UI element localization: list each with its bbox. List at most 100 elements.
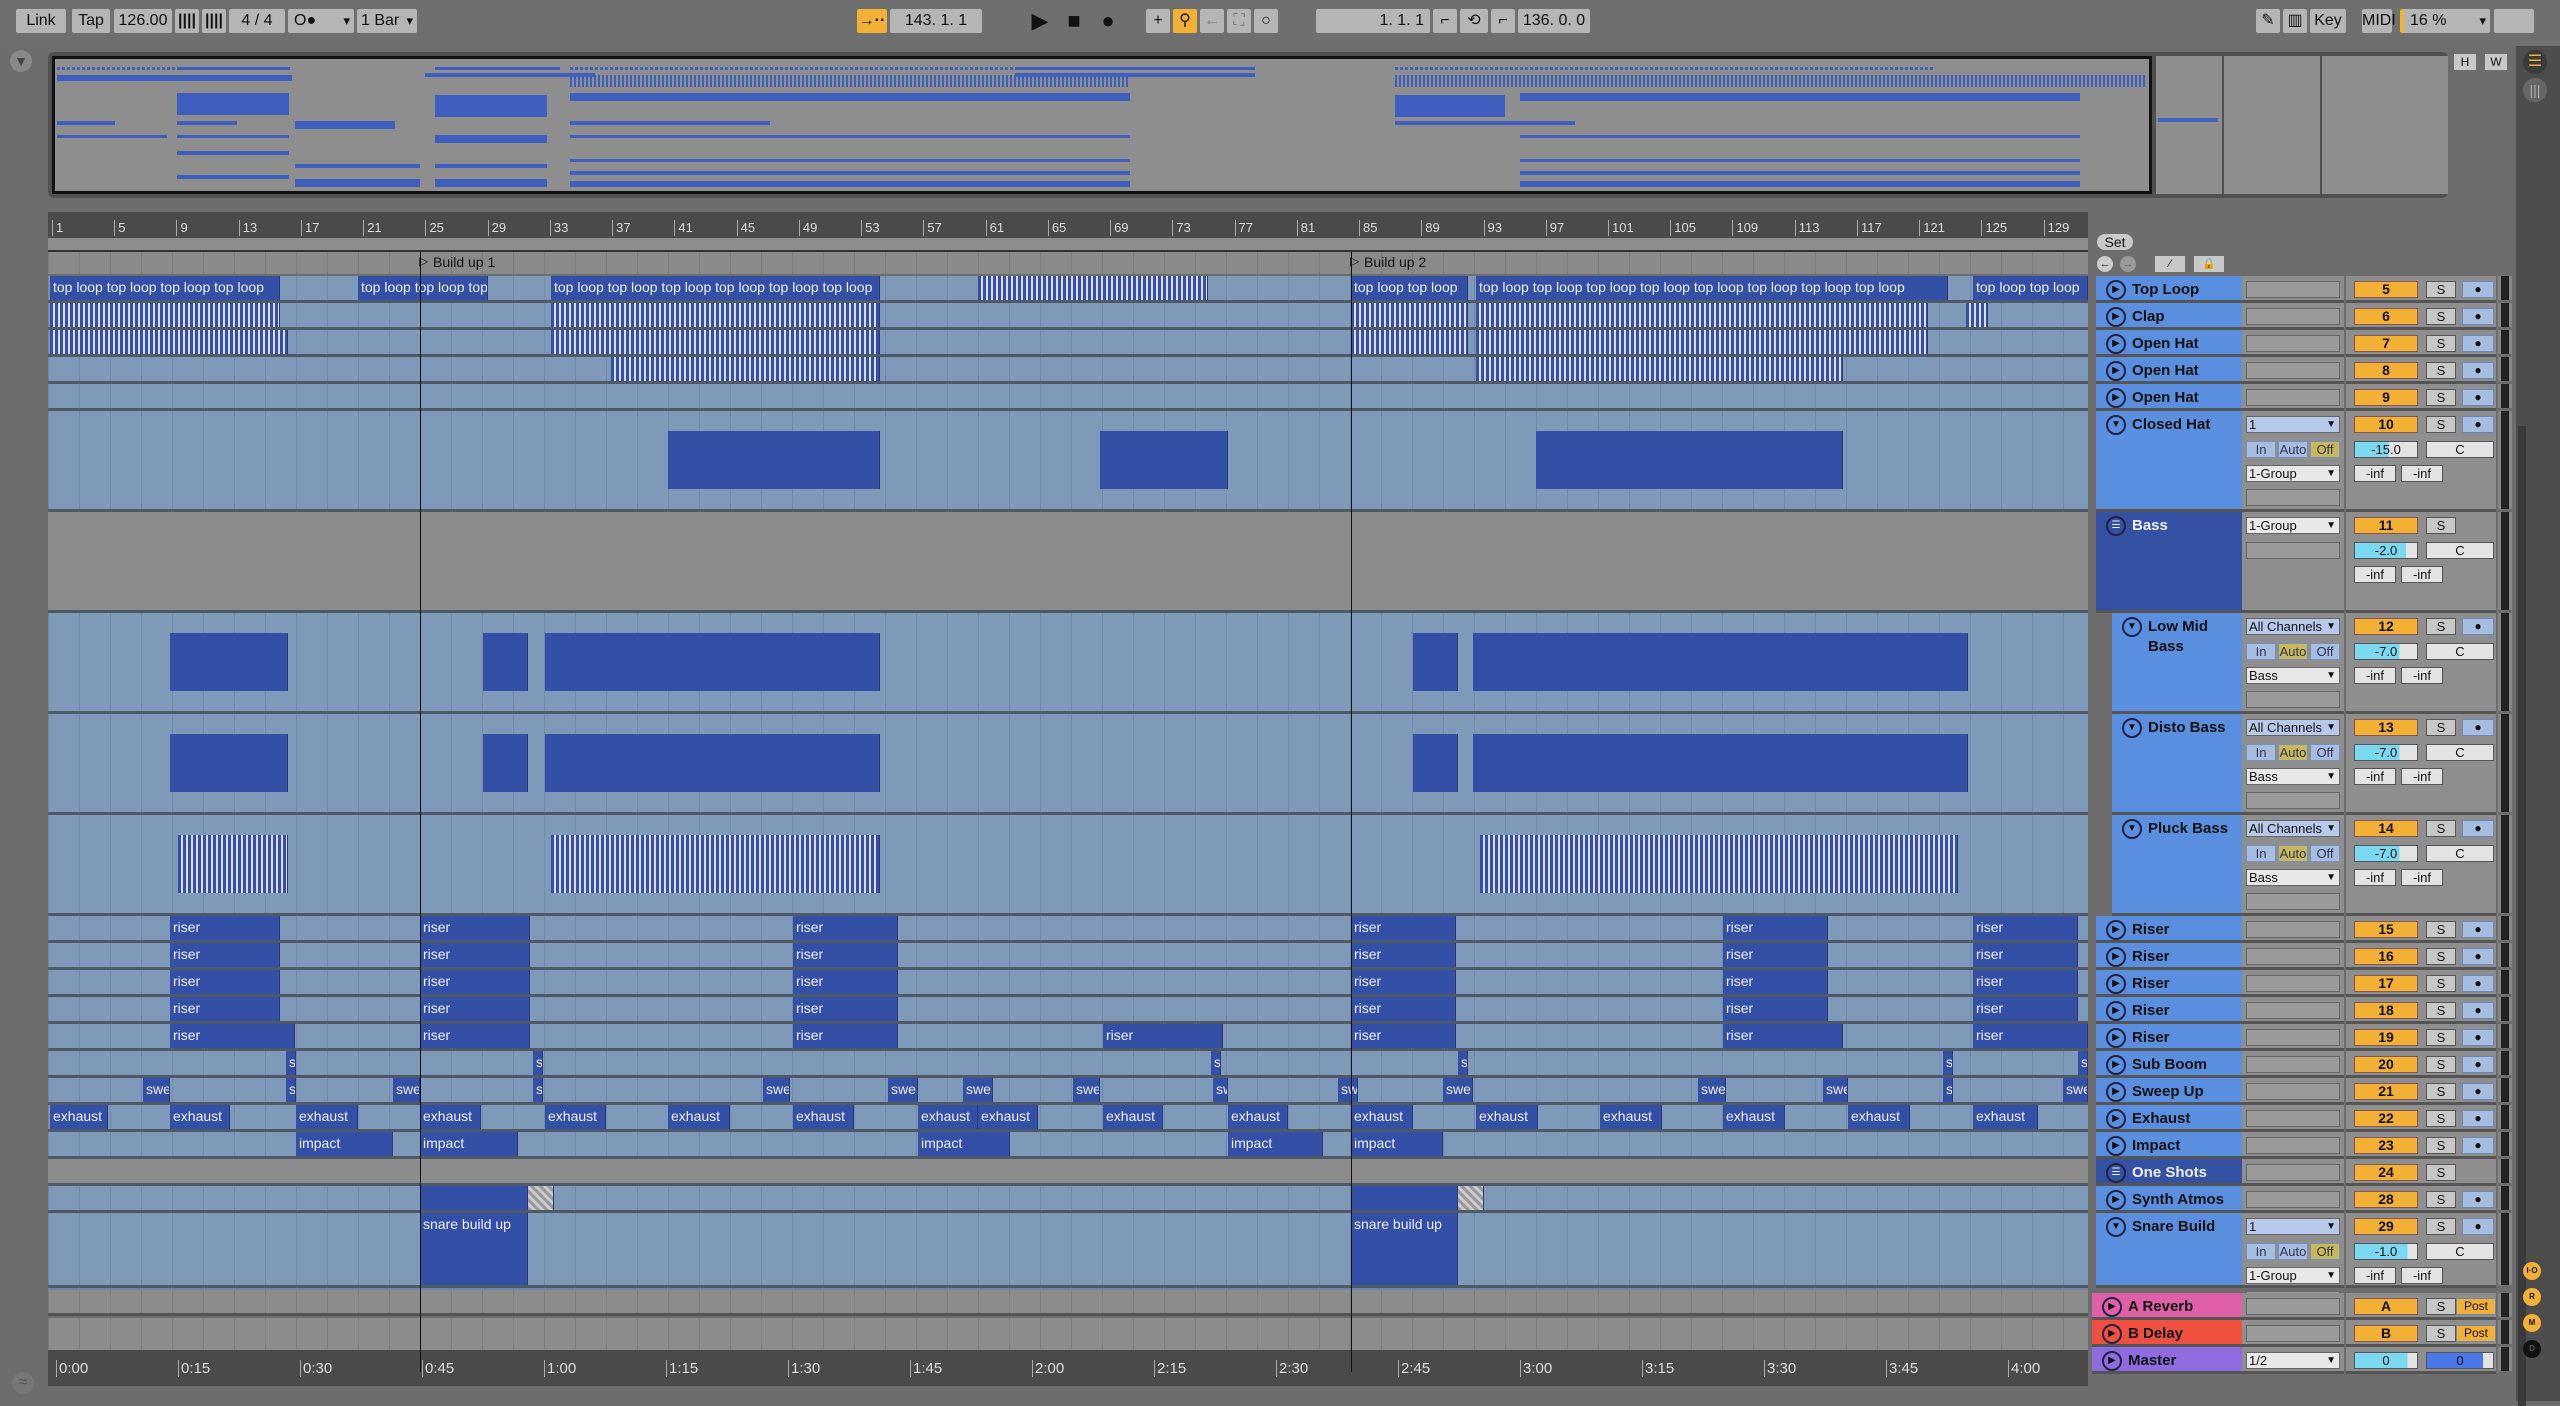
track-play-icon[interactable]: ▶ <box>2106 1136 2126 1156</box>
optimize-height-button[interactable]: H <box>2454 54 2476 70</box>
clip[interactable]: swe <box>1073 1078 1100 1102</box>
clip[interactable]: riser <box>1351 943 1456 967</box>
master-volume-field[interactable]: 0 <box>2354 1352 2418 1369</box>
monitor-auto-button[interactable]: Auto <box>2278 744 2308 761</box>
clip[interactable] <box>1351 330 1468 354</box>
clip[interactable] <box>420 1186 528 1210</box>
clip[interactable]: riser <box>170 997 280 1021</box>
clip[interactable]: riser <box>170 970 280 994</box>
clip[interactable] <box>1476 330 1928 354</box>
set-button[interactable]: Set <box>2097 234 2133 250</box>
capture-icon[interactable]: ⛶ <box>1227 9 1251 33</box>
clip[interactable]: riser <box>170 943 280 967</box>
clip[interactable] <box>551 834 880 894</box>
track-play-icon[interactable]: ▶ <box>2102 1324 2122 1344</box>
clip[interactable]: exhaust <box>50 1105 108 1129</box>
solo-button[interactable]: S <box>2426 1325 2456 1342</box>
arrangement-track-lane[interactable] <box>48 714 2088 815</box>
clip[interactable]: top loop top loop top loop top loop <box>50 276 280 300</box>
clip[interactable]: impact <box>918 1132 1010 1156</box>
output-routing-dropdown[interactable]: 1-Group <box>2246 1267 2340 1284</box>
clip[interactable]: swe <box>1698 1078 1726 1102</box>
track-activator-button[interactable]: 13 <box>2354 719 2418 736</box>
clip[interactable]: riser <box>793 1024 898 1048</box>
track-activator-button[interactable]: 20 <box>2354 1056 2418 1073</box>
track-header[interactable]: ▶ Open Hat <box>2096 330 2242 357</box>
arrangement-track-lane[interactable]: top loop top loop top loop top loop top l… <box>48 276 2088 303</box>
arm-record-button[interactable]: ● <box>2462 719 2494 736</box>
track-play-icon[interactable]: ▶ <box>2106 280 2126 300</box>
clip[interactable] <box>1476 357 1843 381</box>
volume-field[interactable]: -1.0 <box>2354 1243 2418 1260</box>
arm-record-button[interactable]: ● <box>2462 820 2494 837</box>
track-header[interactable]: ▶ Sweep Up <box>2096 1078 2242 1105</box>
master-track-header[interactable]: ▶ Master <box>2092 1347 2242 1374</box>
track-play-icon[interactable]: ▶ <box>2106 1109 2126 1129</box>
clip[interactable]: exhaust <box>1600 1105 1662 1129</box>
track-activator-button[interactable]: 7 <box>2354 335 2418 352</box>
clip[interactable]: swe <box>2063 1078 2088 1102</box>
overview-region[interactable] <box>2156 56 2222 194</box>
track-header[interactable]: ☰ Bass <box>2096 512 2242 613</box>
solo-button[interactable]: S <box>2426 820 2456 837</box>
arm-record-button[interactable]: ● <box>2462 308 2494 325</box>
link-button[interactable]: Link <box>16 9 66 33</box>
return-track-header[interactable]: ▶ A Reverb <box>2092 1293 2242 1320</box>
arrangement-track-lane[interactable] <box>48 384 2088 411</box>
delay-toggle-icon[interactable]: D <box>2523 1340 2541 1358</box>
track-play-icon[interactable]: ▶ <box>2106 947 2126 967</box>
clip[interactable]: riser <box>420 997 530 1021</box>
tempo-follow-icon[interactable]: ≈ <box>12 1372 34 1394</box>
punch-out-icon[interactable]: ⌐ <box>1491 9 1515 33</box>
arrangement-track-lane[interactable] <box>48 512 2088 613</box>
track-header[interactable]: ▶ Riser <box>2096 997 2242 1024</box>
clip[interactable] <box>50 303 280 327</box>
loop-icon[interactable]: ⟲ <box>1460 9 1488 33</box>
track-play-icon[interactable]: ▶ <box>2106 974 2126 994</box>
clip[interactable]: swe <box>393 1078 420 1102</box>
send-b-field[interactable]: -inf <box>2401 768 2443 785</box>
track-header[interactable]: ▶ Riser <box>2096 970 2242 997</box>
clip[interactable]: riser <box>793 970 898 994</box>
clip[interactable] <box>978 276 1208 300</box>
arm-record-button[interactable]: ● <box>2462 362 2494 379</box>
arrangement-track-lane[interactable] <box>48 1159 2088 1186</box>
volume-field[interactable]: -2.0 <box>2354 542 2418 559</box>
clip[interactable]: riser <box>1723 1024 1843 1048</box>
clip[interactable]: exhaust <box>918 1105 978 1129</box>
track-activator-button[interactable]: 10 <box>2354 416 2418 433</box>
arrangement-track-lane[interactable] <box>48 303 2088 330</box>
clip[interactable]: swe <box>963 1078 993 1102</box>
clip[interactable] <box>1458 1186 1484 1210</box>
arm-record-button[interactable]: ● <box>2462 281 2494 298</box>
time-ruler[interactable]: 0:00 0:15 0:30 0:45 1:00 1:15 1:30 1:45 2:00 2:15… <box>48 1350 2088 1386</box>
clip[interactable]: exhaust <box>668 1105 730 1129</box>
solo-button[interactable]: S <box>2426 281 2456 298</box>
track-header[interactable]: ▶ Sub Boom <box>2096 1051 2242 1078</box>
monitor-auto-button[interactable]: Auto <box>2278 1243 2308 1260</box>
arm-record-button[interactable]: ● <box>2462 335 2494 352</box>
track-activator-button[interactable]: 11 <box>2354 517 2418 534</box>
solo-button[interactable]: S <box>2426 1002 2456 1019</box>
track-group-icon[interactable]: ☰ <box>2106 1163 2126 1183</box>
output-routing-dropdown[interactable]: 1-Group <box>2246 517 2340 534</box>
clip[interactable]: riser <box>420 1024 530 1048</box>
clip[interactable]: swe <box>1823 1078 1848 1102</box>
track-play-icon[interactable]: ▶ <box>2102 1297 2122 1317</box>
monitor-off-button[interactable]: Off <box>2310 643 2340 660</box>
clip[interactable] <box>1213 430 1228 490</box>
arrangement-track-lane[interactable]: impact impact impact impact impact <box>48 1132 2088 1159</box>
clip[interactable] <box>528 1186 554 1210</box>
solo-button[interactable]: S <box>2426 517 2456 534</box>
clip[interactable]: su <box>286 1051 296 1075</box>
monitor-in-button[interactable]: In <box>2246 845 2276 862</box>
clip[interactable] <box>178 834 288 894</box>
arrangement-view[interactable]: top loop top loop top loop top loop top l… <box>48 276 2088 1290</box>
clip[interactable]: riser <box>1973 997 2078 1021</box>
loop-length-field[interactable]: 136. 0. 0 <box>1518 9 1590 33</box>
clip[interactable]: riser <box>170 916 280 940</box>
send-a-field[interactable]: -inf <box>2354 566 2396 583</box>
track-activator-button[interactable]: 6 <box>2354 308 2418 325</box>
clip[interactable]: impact <box>1351 1132 1443 1156</box>
clip[interactable] <box>50 330 288 354</box>
